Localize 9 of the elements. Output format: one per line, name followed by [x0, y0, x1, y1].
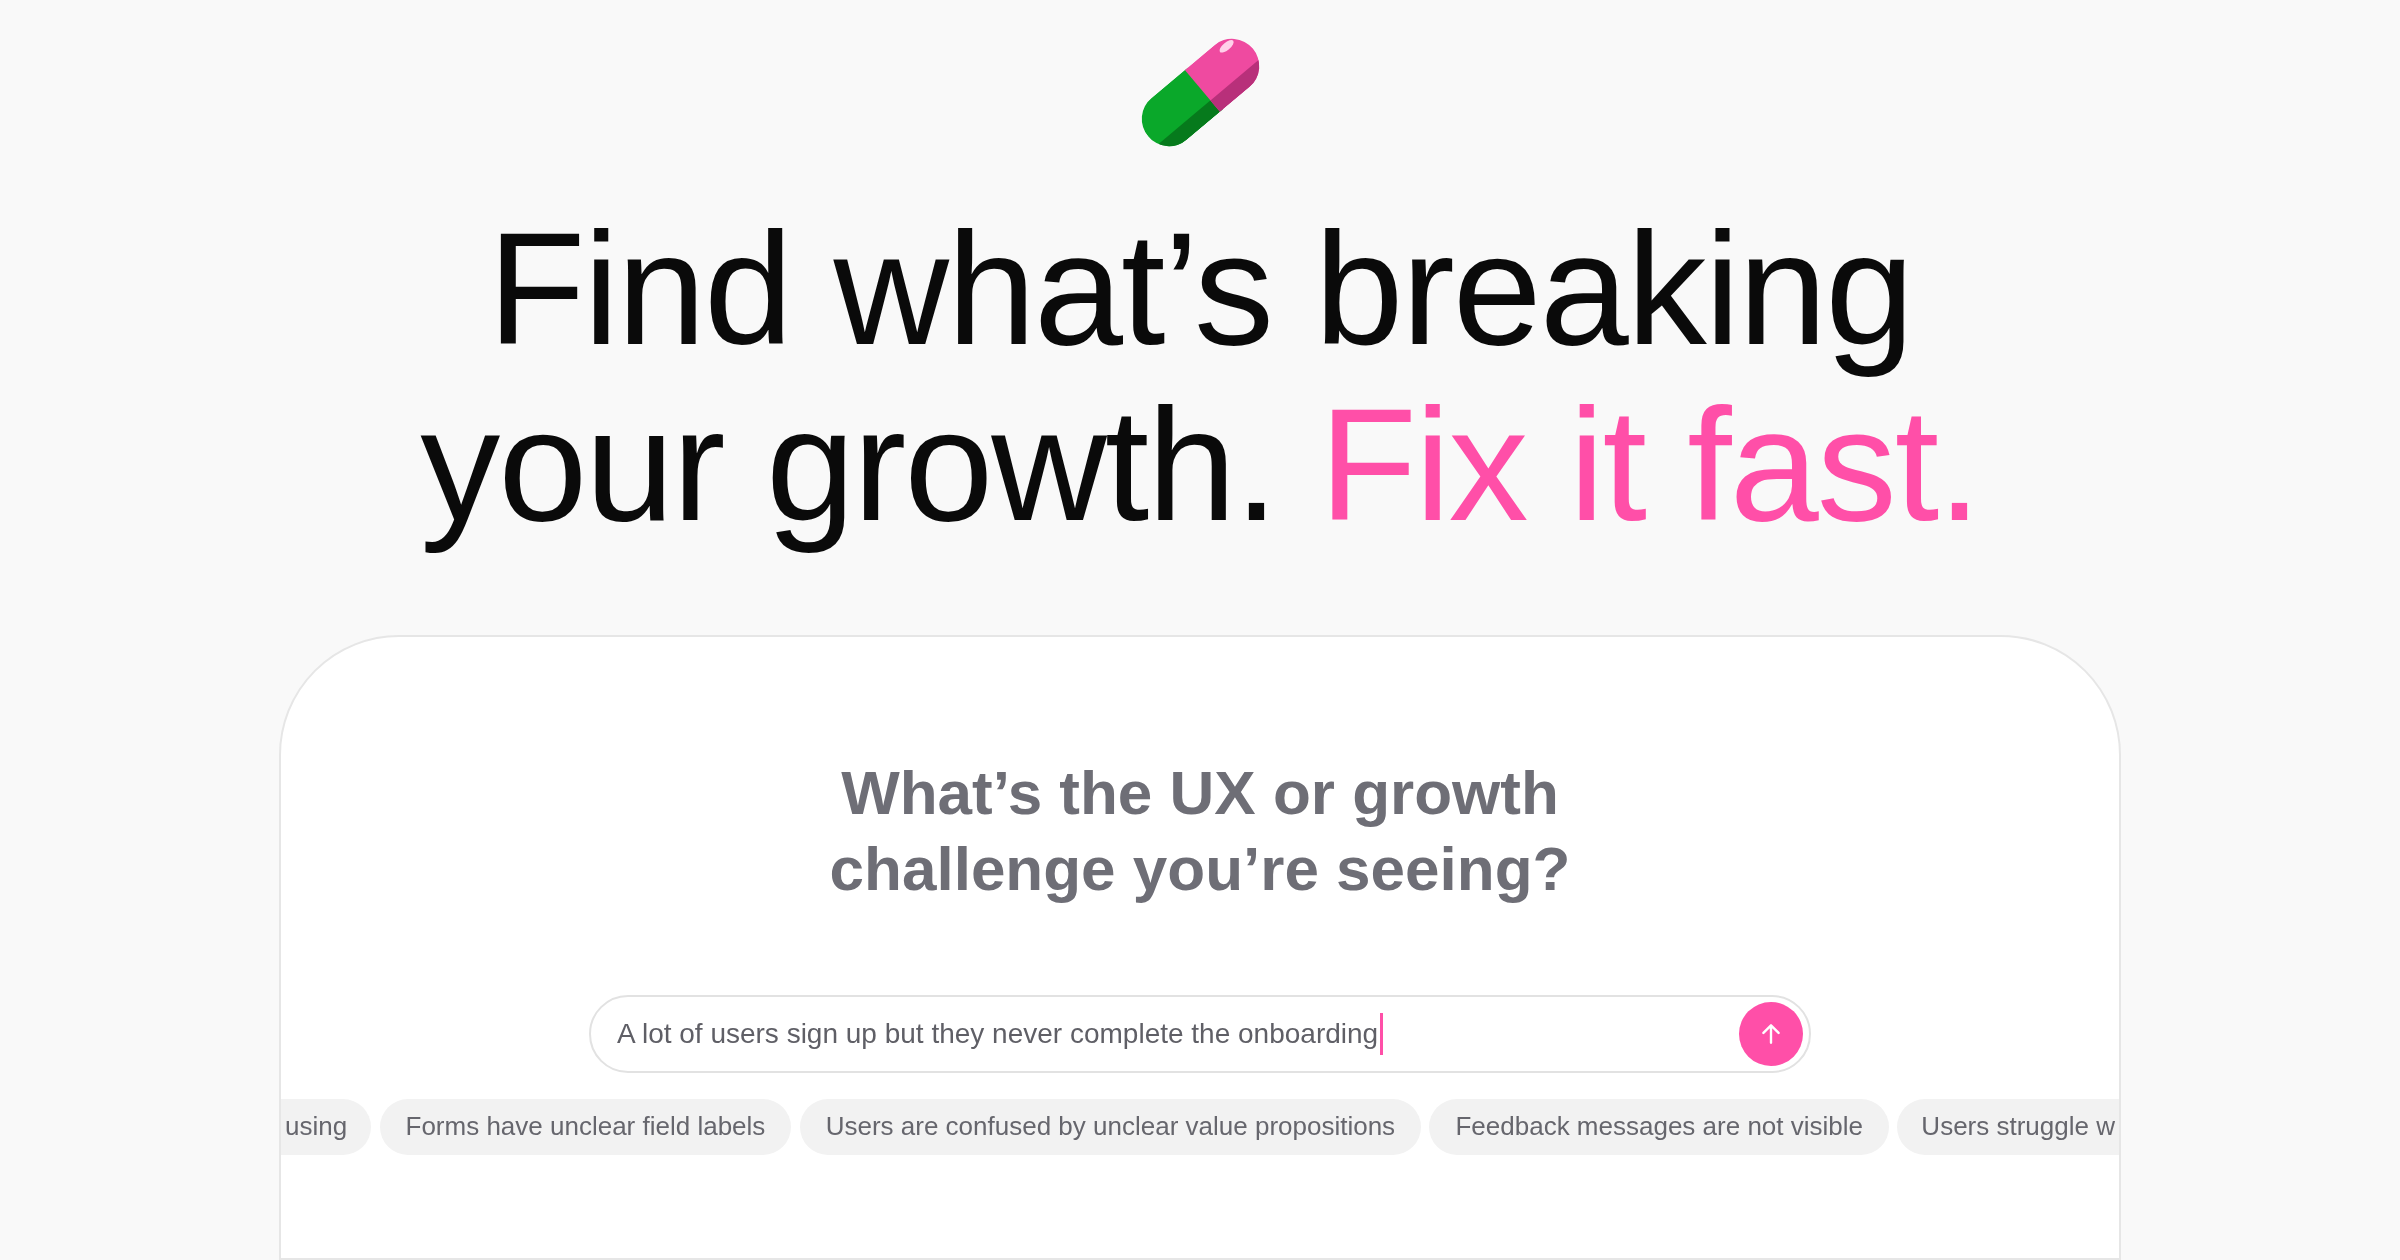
- suggestion-chip[interactable]: Forms have unclear field labels: [379, 1098, 792, 1155]
- send-button[interactable]: [1739, 1001, 1803, 1066]
- input-value[interactable]: A lot of users sign up but they never complete the onboarding: [617, 1012, 1384, 1055]
- suggestion-chip[interactable]: Feedback messages are not visible: [1429, 1098, 1889, 1155]
- suggestion-chip[interactable]: Users are confused by unclear value propositions: [799, 1098, 1422, 1155]
- suggestion-chip[interactable]: Users struggle w: [1897, 1098, 2119, 1155]
- headline: Find what’s breaking your growth. Fix it fast.: [419, 200, 1981, 553]
- question-heading: What’s the UX or growth challenge you’re seeing?: [828, 756, 1572, 905]
- suggestion-chip[interactable]: using: [281, 1098, 372, 1155]
